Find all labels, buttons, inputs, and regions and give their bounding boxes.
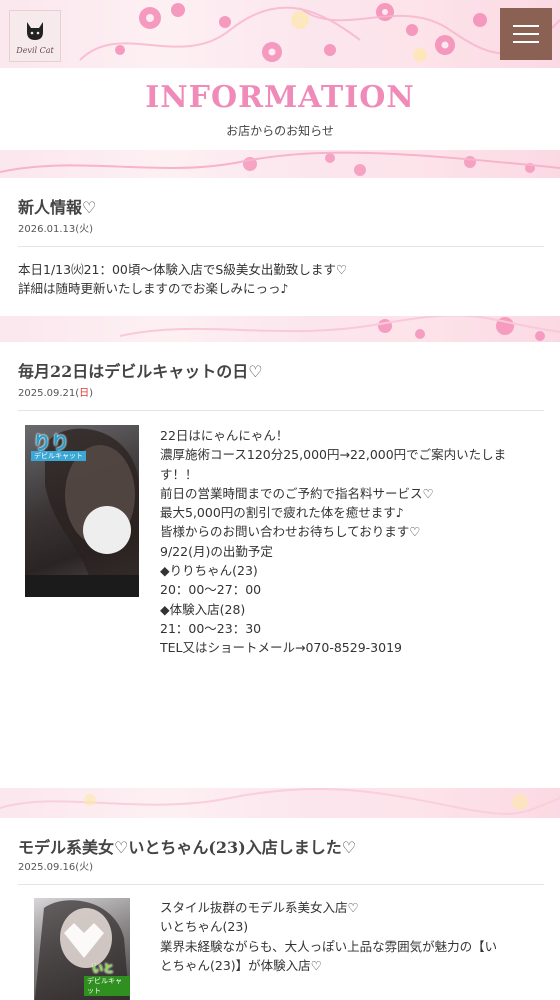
post-date-prefix: 2025.09.21(	[18, 388, 80, 399]
post-body: 22日はにゃんにゃん！ 濃厚施術コース120分25,000円→22,000円でご…	[160, 426, 548, 658]
photo-name-badge: いと	[92, 962, 114, 975]
post-date-weekday: 日	[79, 388, 90, 399]
post-divider	[18, 884, 544, 885]
logo-text: Devil Cat	[16, 45, 54, 55]
post-line: 詳細は随時更新いたしますのでお楽しみにっっ♪	[18, 281, 289, 297]
post-line: 20：00～27：00	[160, 582, 262, 598]
post-line: 21：00～23：30	[160, 620, 262, 636]
floral-divider	[0, 316, 560, 342]
post-line: す！！	[160, 466, 198, 482]
post-date-suffix: )	[89, 388, 94, 399]
post-line: 9/22(月)の出勤予定	[160, 543, 273, 559]
post-divider	[18, 410, 544, 411]
post-line: とちゃん(23)】が体験入店♡	[160, 957, 322, 973]
menu-bar-icon	[513, 41, 539, 43]
post-line: 濃厚施術コース120分25,000円→22,000円でご案内いたしま	[160, 447, 507, 463]
post-date: 2025.09.21(日)	[18, 384, 93, 399]
post-date: 2026.01.13(火)	[18, 224, 94, 235]
post-divider	[18, 246, 544, 247]
cat-logo-icon	[27, 21, 43, 40]
post-line: いとちゃん(23)	[160, 919, 249, 935]
post-title[interactable]: モデル系美女♡いとちゃん(23)入店しました♡	[18, 834, 356, 858]
post-line: 皆様からのお問い合わせお待ちしております♡	[160, 524, 421, 540]
post-line: 前日の営業時間までのご予約で指名料サービス♡	[160, 485, 434, 501]
floral-divider	[0, 150, 560, 178]
post-title[interactable]: 毎月22日はデビルキャットの日♡	[18, 358, 263, 382]
staff-photo[interactable]: いと デビルキャット	[34, 898, 130, 1000]
hamburger-menu-button[interactable]	[500, 8, 552, 60]
post-line: ◆りりちゃん(23)	[160, 563, 258, 579]
menu-bar-icon	[513, 25, 539, 27]
news-post: 毎月22日はデビルキャットの日♡ 2025.09.21(日) りり デビルキャッ…	[0, 342, 560, 788]
post-line: 22日はにゃんにゃん！	[160, 428, 289, 443]
photo-shop-badge: デビルキャット	[31, 451, 86, 461]
page-subtitle: お店からのお知らせ	[226, 124, 334, 138]
post-body: 本日1/13㈫21：00頃～体験入店でS級美女出勤致します♡ 詳細は随時更新いた…	[18, 260, 544, 299]
photo-shop-badge: デビルキャット	[84, 976, 130, 996]
page-title: INFORMATION	[145, 80, 415, 115]
post-line: TEL又はショートメール→070-8529-3019	[160, 640, 402, 656]
news-post: 新人情報♡ 2026.01.13(火) 本日1/13㈫21：00頃～体験入店でS…	[0, 178, 560, 316]
post-line: 業界未経験ながらも、大人っぽい上品な雰囲気が魅力の【い	[160, 938, 498, 954]
post-body: スタイル抜群のモデル系美女入店♡ いとちゃん(23) 業界未経験ながらも、大人っ…	[160, 898, 548, 975]
post-line: ◆体験入店(28)	[160, 601, 246, 617]
header-floral-banner	[0, 0, 560, 68]
news-post: モデル系美女♡いとちゃん(23)入店しました♡ 2025.09.16(火) いと…	[0, 818, 560, 1000]
site-logo[interactable]: Devil Cat	[9, 10, 61, 62]
post-line: 最大5,000円の割引で疲れた体を癒せます♪	[160, 505, 404, 521]
post-date: 2025.09.16(火)	[18, 862, 94, 873]
post-line: スタイル抜群のモデル系美女入店♡	[160, 900, 359, 915]
floral-pattern	[79, 3, 560, 62]
menu-bar-icon	[513, 33, 539, 35]
post-line: 本日1/13㈫21：00頃～体験入店でS級美女出勤致します♡	[18, 262, 348, 277]
staff-photo[interactable]: りり デビルキャット	[25, 425, 139, 597]
floral-divider	[0, 788, 560, 818]
post-title[interactable]: 新人情報♡	[18, 194, 96, 218]
